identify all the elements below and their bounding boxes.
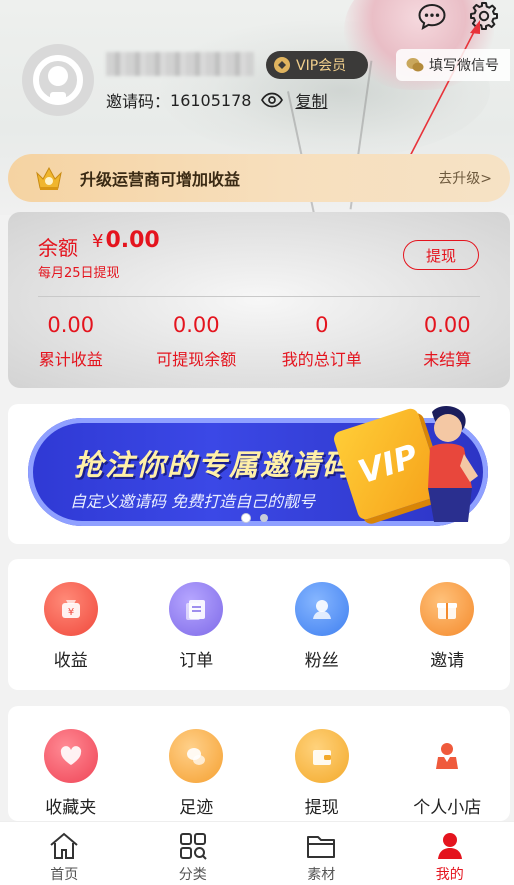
wallet-icon (294, 729, 349, 783)
shop-person-icon (420, 729, 474, 783)
fans-icon (294, 582, 349, 636)
stat-value: 0.00 (172, 313, 220, 337)
diamond-icon (274, 57, 290, 73)
withdraw-button[interactable]: 提现 (403, 240, 479, 270)
grid-item-favorites[interactable]: 收藏夹 (8, 706, 134, 821)
income-icon: ¥ (43, 582, 98, 636)
grid-item-personal-shop[interactable]: 个人小店 (385, 706, 511, 821)
grid-label: 收藏夹 (45, 798, 97, 818)
balance-card: 余额 ¥0.00 每月25日提现 提现 0.00 累计收益 0.00 可提现余额… (8, 212, 510, 388)
vip-badge[interactable]: VIP会员 (266, 51, 368, 79)
grid-label: 个人小店 (413, 798, 482, 818)
invite-label: 邀请码： (106, 92, 171, 111)
tab-label: 首页 (50, 867, 79, 883)
grid-item-footprint[interactable]: 足迹 (134, 706, 260, 821)
grid-label: 足迹 (179, 798, 214, 818)
upgrade-text: 升级运营商可增加收益 (80, 170, 241, 189)
promo-title: 抢注你的专属邀请码 (74, 448, 354, 482)
person-illustration (428, 406, 478, 522)
wechat-label: 填写微信号 (429, 58, 499, 74)
user-icon (433, 830, 467, 862)
stat-label: 可提现余额 (156, 350, 237, 369)
stat-value: 0.00 (423, 313, 471, 337)
tab-category[interactable]: 分类 (129, 822, 258, 885)
stat-value: 0.00 (47, 313, 95, 337)
invite-gift-icon (420, 582, 475, 636)
grid-item-income[interactable]: ¥ 收益 (8, 559, 134, 690)
home-icon (47, 830, 81, 862)
grid-label: 提现 (304, 798, 339, 818)
balance-amount: ¥0.00 (92, 228, 160, 253)
wechat-icon (406, 58, 424, 72)
blurred-phone-number (106, 52, 254, 76)
carousel-dot[interactable] (242, 514, 250, 522)
bottom-tab-bar: 首页 分类 素材 我的 (0, 821, 514, 885)
svg-text:¥: ¥ (68, 607, 74, 618)
stat-label: 我的总订单 (281, 350, 362, 369)
stat-unsettled[interactable]: 0.00 未结算 (385, 310, 511, 370)
grid-label: 邀请 (430, 651, 465, 671)
eye-icon[interactable] (261, 92, 284, 108)
tab-home[interactable]: 首页 (0, 822, 129, 885)
grid-label: 粉丝 (304, 651, 339, 671)
upgrade-link[interactable]: 去升级> (438, 168, 492, 188)
grid-item-withdraw[interactable]: 提现 (259, 706, 385, 821)
feature-grid-primary: ¥ 收益 订单 粉丝 邀请 (8, 559, 510, 690)
chat-icon[interactable] (416, 0, 448, 32)
copy-button[interactable]: 复制 (295, 88, 327, 112)
vip-label: VIP会员 (296, 58, 347, 74)
grid-item-invite[interactable]: 邀请 (385, 559, 511, 690)
grid-label: 订单 (179, 651, 214, 671)
crown-icon (36, 166, 62, 190)
tab-label: 分类 (178, 867, 207, 883)
tab-materials[interactable]: 素材 (257, 822, 386, 885)
stat-withdrawable[interactable]: 0.00 可提现余额 (134, 310, 260, 370)
stat-label: 未结算 (423, 350, 472, 369)
balance-value: 0.00 (105, 228, 160, 253)
invite-code: 16105178 (170, 90, 252, 110)
gear-icon[interactable] (468, 0, 500, 32)
category-icon (176, 830, 210, 862)
folder-icon (304, 830, 338, 862)
footprint-icon (169, 729, 224, 783)
carousel-dots (242, 514, 268, 522)
tab-mine[interactable]: 我的 (386, 822, 514, 885)
divider (38, 296, 480, 297)
stat-label: 累计收益 (38, 350, 103, 369)
currency-symbol: ¥ (92, 231, 104, 252)
withdraw-note: 每月25日提现 (38, 266, 120, 281)
balance-label: 余额 (38, 236, 78, 260)
fill-wechat-button[interactable]: 填写微信号 (396, 49, 510, 81)
carousel-dot[interactable] (260, 514, 268, 522)
order-icon (169, 582, 224, 636)
stat-total-orders[interactable]: 0 我的总订单 (259, 310, 385, 370)
tab-label: 素材 (307, 867, 336, 883)
invite-code-row: 邀请码： 16105178 复制 (106, 88, 327, 112)
upgrade-banner[interactable]: 升级运营商可增加收益 去升级> (8, 154, 510, 202)
stat-total-income[interactable]: 0.00 累计收益 (8, 310, 134, 370)
stats-row: 0.00 累计收益 0.00 可提现余额 0 我的总订单 0.00 未结算 (8, 310, 510, 370)
heart-icon (43, 729, 98, 783)
grid-item-orders[interactable]: 订单 (134, 559, 260, 690)
avatar[interactable] (22, 44, 94, 116)
grid-label: 收益 (53, 651, 88, 671)
stat-value: 0 (315, 313, 329, 337)
promo-subtitle: 自定义邀请码 免费打造自己的靓号 (70, 492, 316, 511)
feature-grid-secondary: 收藏夹 足迹 提现 个人小店 (8, 706, 510, 821)
grid-item-fans[interactable]: 粉丝 (259, 559, 385, 690)
tab-label: 我的 (435, 867, 464, 883)
